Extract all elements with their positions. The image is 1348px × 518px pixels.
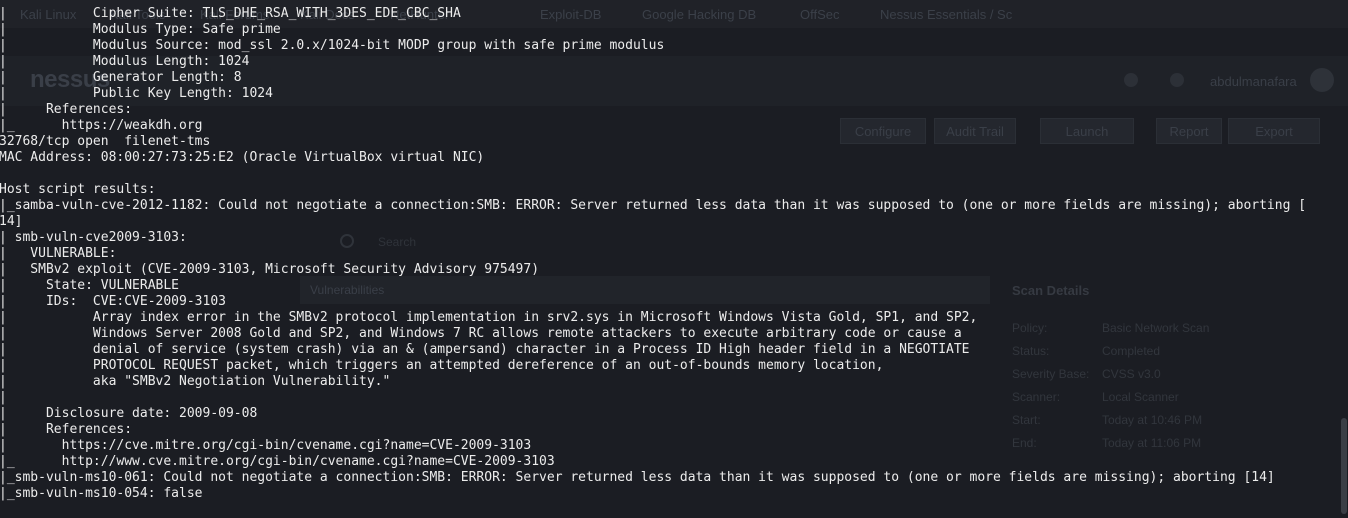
terminal-line: | Disclosure date: 2009-09-08 [0, 406, 258, 421]
terminal-line: |_smb-vuln-ms10-061: Could not negotiate… [0, 470, 1275, 485]
terminal-line: | VULNERABLE: [0, 246, 117, 261]
terminal-line: | https://cve.mitre.org/cgi-bin/cvename.… [0, 438, 532, 453]
terminal-line: | Array index error in the SMBv2 protoco… [0, 310, 978, 325]
terminal-line: |_ https://weakdh.org [0, 118, 203, 133]
terminal-line: Host script results: [0, 182, 156, 197]
terminal-line: | References: [0, 422, 133, 437]
terminal-line: | SMBv2 exploit (CVE-2009-3103, Microsof… [0, 262, 540, 277]
terminal-line: | References: [0, 102, 133, 117]
terminal-line: | aka "SMBv2 Negotiation Vulnerability." [0, 374, 391, 389]
avatar[interactable] [1310, 68, 1334, 92]
terminal-line: | denial of service (system crash) via a… [0, 342, 970, 357]
terminal-line: | Modulus Type: Safe prime [0, 22, 281, 37]
terminal-line: 32768/tcp open filenet-tms [0, 134, 211, 149]
terminal-line: |_smb-vuln-ms10-054: false [0, 486, 203, 501]
terminal-line: | Public Key Length: 1024 [0, 86, 273, 101]
terminal-line: | Windows Server 2008 Gold and SP2, and … [0, 326, 962, 341]
terminal-line: | [0, 390, 7, 405]
terminal-line: | PROTOCOL REQUEST packet, which trigger… [0, 358, 884, 373]
terminal-line: | State: VULNERABLE [0, 278, 180, 293]
terminal-line: | Modulus Source: mod_ssl 2.0.x/1024-bit… [0, 38, 665, 53]
terminal-line: | Cipher Suite: TLS_DHE_RSA_WITH_3DES_ED… [0, 6, 461, 21]
scrollbar-thumb[interactable] [1341, 418, 1347, 514]
terminal-line: 14] [0, 214, 23, 229]
terminal-line: | IDs: CVE:CVE-2009-3103 [0, 294, 226, 309]
terminal-line: MAC Address: 08:00:27:73:25:E2 (Oracle V… [0, 150, 485, 165]
terminal-line: |_ http://www.cve.mitre.org/cgi-bin/cven… [0, 454, 555, 469]
screen: Kali Linux Kali Tools Kali Forums Kali D… [0, 0, 1348, 518]
terminal-line: |_samba-vuln-cve-2012-1182: Could not ne… [0, 198, 1307, 213]
terminal-line: | Modulus Length: 1024 [0, 54, 250, 69]
terminal-line: | Generator Length: 8 [0, 70, 242, 85]
terminal-line: | smb-vuln-cve2009-3103: [0, 230, 187, 245]
terminal-output[interactable]: | Cipher Suite: TLS_DHE_RSA_WITH_3DES_ED… [0, 6, 1306, 502]
